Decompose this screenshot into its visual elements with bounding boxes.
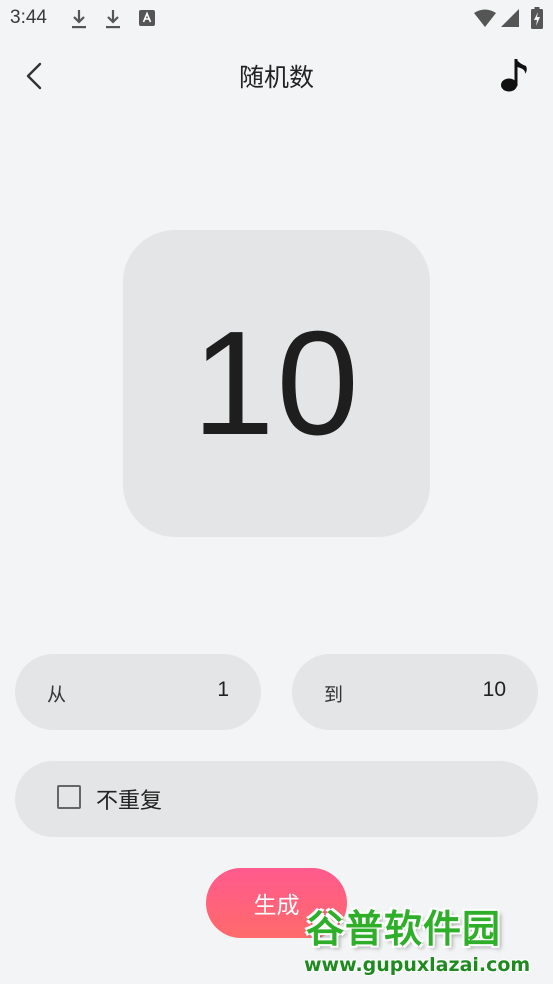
download-icon [70,8,88,34]
to-input[interactable]: 10 [483,678,506,702]
watermark-title: 谷普软件园 [306,907,502,951]
no-repeat-checkbox[interactable] [57,785,81,809]
result-card: 10 [123,230,430,537]
music-note-icon [501,59,527,92]
no-repeat-label: 不重复 [96,789,163,814]
from-input[interactable]: 1 [217,678,229,702]
result-number: 10 [192,300,361,466]
to-field[interactable]: 到 10 [292,654,538,730]
keyboard-a-icon [139,10,155,30]
watermark-url: www.gupuxlazai.com [304,954,531,976]
from-field[interactable]: 从 1 [15,654,261,730]
status-time: 3:44 [10,7,47,28]
music-button[interactable] [496,55,532,95]
no-repeat-row[interactable]: 不重复 [15,761,538,837]
page-title: 随机数 [238,63,314,92]
status-bar: 3:44 [0,0,553,38]
from-label: 从 [47,684,67,706]
watermark: 谷普软件园 www.gupuxlazai.com [302,896,553,984]
wifi-icon [474,9,496,31]
download-icon [104,8,122,34]
to-label: 到 [324,684,344,706]
cell-signal-icon [501,9,519,31]
battery-charging-icon [531,7,543,33]
